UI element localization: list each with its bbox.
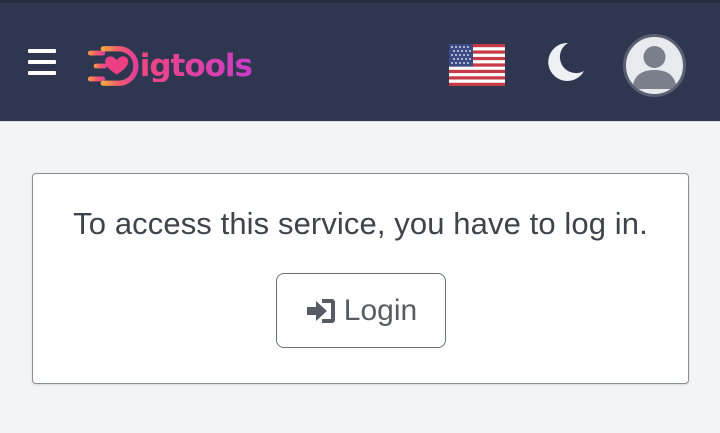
us-flag-icon[interactable] — [449, 44, 505, 86]
logo-heart-icon — [87, 46, 139, 86]
moon-graphic — [548, 42, 584, 81]
moon-icon[interactable] — [544, 41, 586, 83]
logo-text: igtools — [139, 47, 253, 84]
login-button[interactable]: Login — [276, 273, 446, 348]
sign-in-icon — [305, 297, 337, 325]
user-avatar-icon[interactable] — [623, 34, 686, 97]
hamburger-menu-icon[interactable] — [28, 49, 56, 75]
brand-logo[interactable]: igtools — [86, 41, 253, 91]
login-required-message: To access this service, you have to log … — [73, 206, 648, 241]
menu-bar — [28, 49, 56, 53]
us-flag-graphic — [449, 44, 505, 86]
user-silhouette-icon — [632, 46, 677, 89]
login-required-card: To access this service, you have to log … — [32, 173, 689, 384]
top-navbar: igtools — [0, 0, 720, 122]
menu-bar — [28, 71, 56, 75]
menu-bar — [28, 60, 56, 64]
login-button-label: Login — [343, 293, 418, 327]
